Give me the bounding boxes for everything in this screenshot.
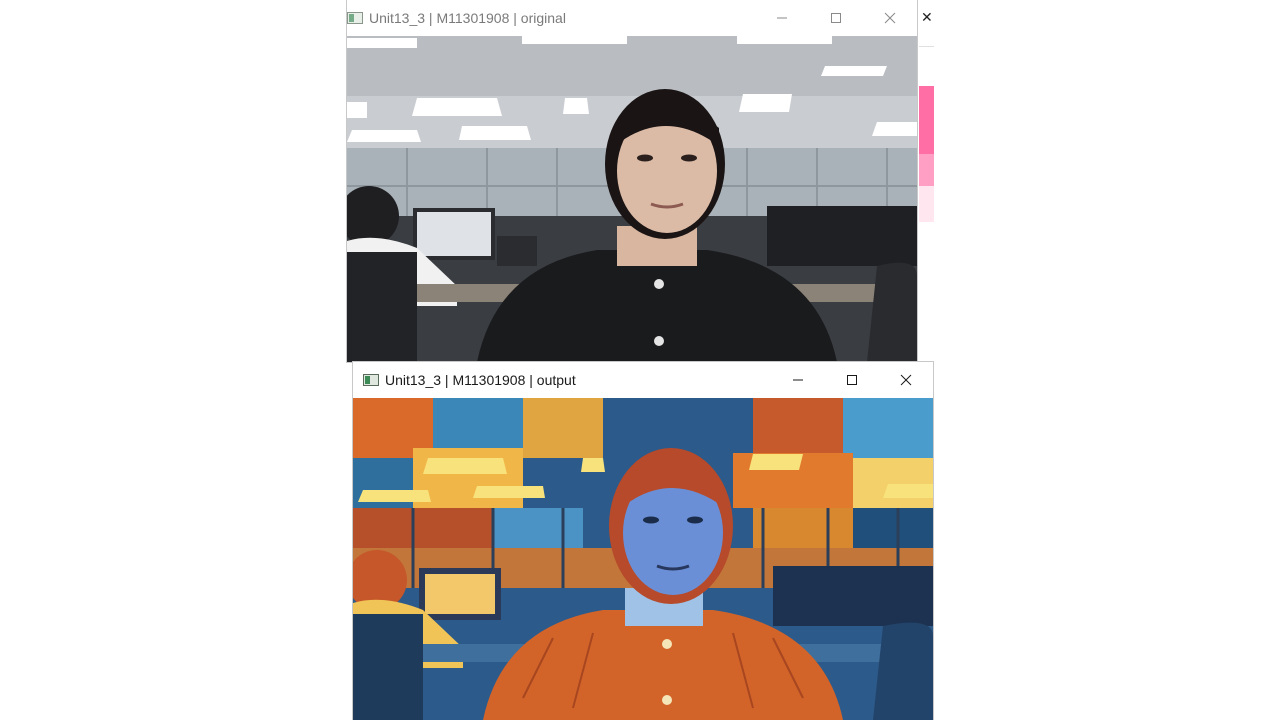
original-office-scene <box>347 36 917 362</box>
background-pink-element <box>919 86 934 154</box>
original-window-title: Unit13_3 | M11301908 | original <box>369 10 566 26</box>
original-window-controls <box>755 0 917 36</box>
output-window-controls <box>771 362 933 398</box>
maximize-icon[interactable] <box>825 362 879 398</box>
close-icon[interactable] <box>879 362 933 398</box>
background-divider <box>919 46 934 47</box>
background-pink-element-light <box>919 154 934 186</box>
background-pink-element-faint <box>919 186 934 222</box>
original-titlebar[interactable]: Unit13_3 | M11301908 | original <box>347 0 917 36</box>
background-window-close-icon[interactable]: ✕ <box>921 8 933 28</box>
minimize-icon[interactable] <box>755 0 809 36</box>
output-window-title: Unit13_3 | M11301908 | output <box>385 372 576 388</box>
output-stylized-scene <box>353 398 933 720</box>
output-window[interactable]: Unit13_3 | M11301908 | output <box>353 362 933 720</box>
original-camera-frame <box>347 36 917 362</box>
maximize-icon[interactable] <box>809 0 863 36</box>
output-stylized-frame <box>353 398 933 720</box>
original-window[interactable]: Unit13_3 | M11301908 | original <box>347 0 917 362</box>
desktop: ✕ Unit13_3 | M11301908 | original Unit13… <box>0 0 1280 720</box>
opencv-window-icon <box>347 12 363 24</box>
opencv-window-icon <box>363 374 379 386</box>
output-titlebar[interactable]: Unit13_3 | M11301908 | output <box>353 362 933 398</box>
close-icon[interactable] <box>863 0 917 36</box>
minimize-icon[interactable] <box>771 362 825 398</box>
